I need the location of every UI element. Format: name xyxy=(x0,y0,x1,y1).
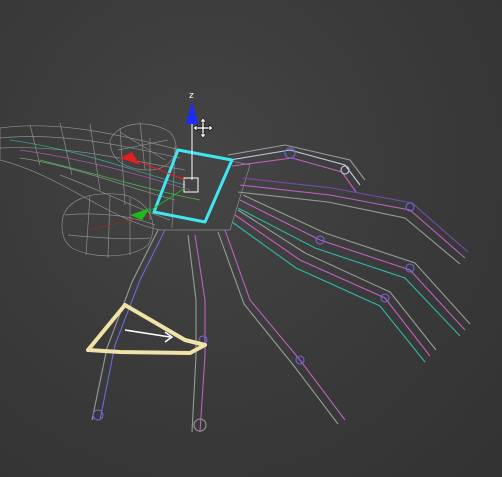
finger-lower-1[interactable] xyxy=(217,229,346,425)
finger-index[interactable] xyxy=(227,144,366,193)
z-axis-arrow-icon xyxy=(186,102,198,124)
hand-mesh[interactable] xyxy=(0,121,251,259)
ik-handle-icon[interactable] xyxy=(86,303,207,355)
x-axis-arrow-icon xyxy=(120,152,140,165)
finger-pinky[interactable] xyxy=(231,209,437,363)
finger-lower-2[interactable] xyxy=(187,234,208,433)
3d-viewport[interactable]: z xyxy=(0,0,502,477)
gizmo-z-label: z xyxy=(189,91,194,101)
wireframe-scene[interactable]: z xyxy=(0,0,502,477)
finger-thumb[interactable] xyxy=(91,229,166,421)
selection-box[interactable] xyxy=(152,148,234,224)
finger-ring[interactable] xyxy=(237,194,471,337)
